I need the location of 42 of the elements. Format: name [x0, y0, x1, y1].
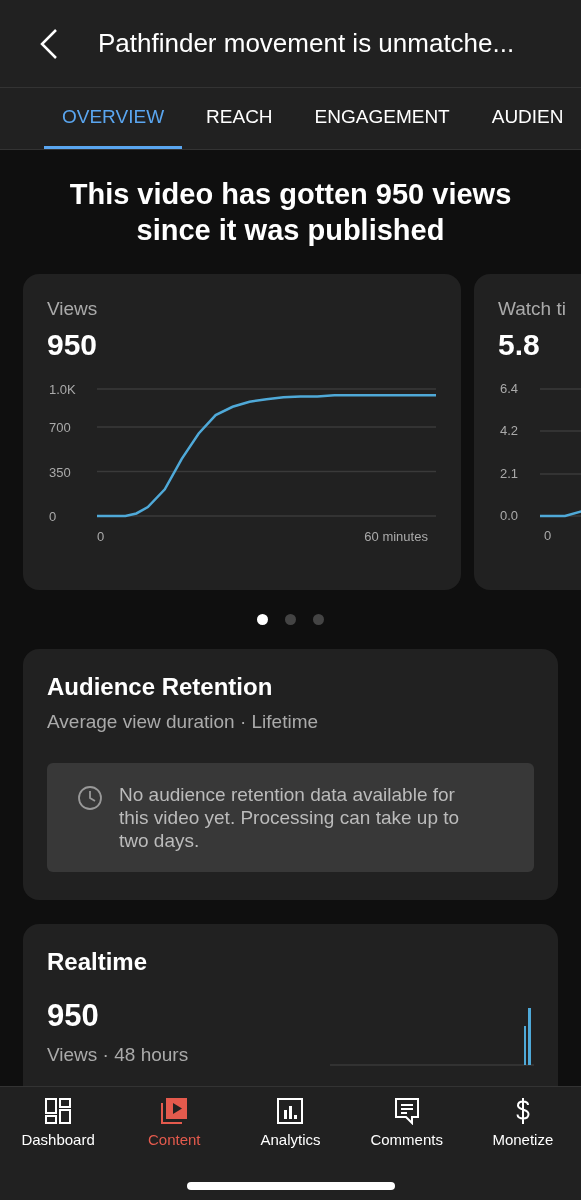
notice-text: No audience retention data available for this video yet. Processing can take up to two days.: [119, 783, 461, 852]
headline: This video has gotten 950 views since it was published: [68, 177, 513, 248]
y-axis-label: 0.0: [500, 508, 519, 523]
metric-label: Views: [47, 298, 99, 320]
metric-label: Watch ti: [498, 298, 567, 320]
metric-card[interactable]: Views 950 0 350 700 1.0K 0 60 minutes: [23, 274, 461, 590]
video-title: Pathfinder movement is unmatche...: [98, 28, 515, 59]
realtime-value: 950: [47, 998, 100, 1034]
y-axis-label: 700: [49, 420, 71, 436]
card-title: Realtime: [47, 948, 149, 976]
card-title: Audience Retention: [47, 673, 274, 701]
video-stack-icon: [160, 1097, 189, 1125]
y-axis-label: 0: [49, 509, 57, 524]
page-dot[interactable]: [285, 614, 296, 625]
x-axis-label: 0: [544, 528, 552, 543]
page-dot[interactable]: [257, 614, 268, 625]
metric-card[interactable]: Watch ti 5.8 6.4 4.2 2.1 0.0 0: [474, 274, 581, 590]
nav-tab[interactable]: Comments: [356, 1097, 457, 1200]
comment-icon: [392, 1097, 421, 1125]
nav-tab[interactable]: Content: [124, 1097, 225, 1200]
x-axis-label: 60 minutes: [364, 529, 428, 544]
y-axis-label: 350: [49, 464, 71, 480]
y-axis-label: 2.1: [500, 466, 519, 481]
page-dot[interactable]: [313, 614, 324, 625]
nav-tab[interactable]: Analytics: [240, 1097, 341, 1200]
nav-tab[interactable]: Dashboard: [8, 1097, 109, 1200]
metric-value: 5.8: [498, 328, 541, 362]
y-axis-label: 4.2: [500, 423, 519, 438]
y-axis-label: 1.0K: [49, 382, 76, 397]
clock-icon: [77, 785, 103, 811]
x-axis-label: 0: [97, 529, 105, 544]
nav-tab[interactable]: Monetize: [472, 1097, 573, 1200]
tab[interactable]: ENGAGEMENT: [296, 88, 468, 149]
tab[interactable]: OVERVIEW: [44, 88, 183, 149]
tab[interactable]: AUDIEN: [473, 88, 581, 149]
realtime-caption: Views · 48 hours: [47, 1044, 189, 1066]
card-subtitle: Average view duration · Lifetime: [47, 711, 320, 733]
dashboard-icon: [44, 1097, 73, 1125]
y-axis-label: 6.4: [500, 381, 519, 396]
bar-chart-icon: [276, 1097, 305, 1125]
metric-value: 950: [47, 328, 99, 362]
tab[interactable]: REACH: [188, 88, 291, 149]
